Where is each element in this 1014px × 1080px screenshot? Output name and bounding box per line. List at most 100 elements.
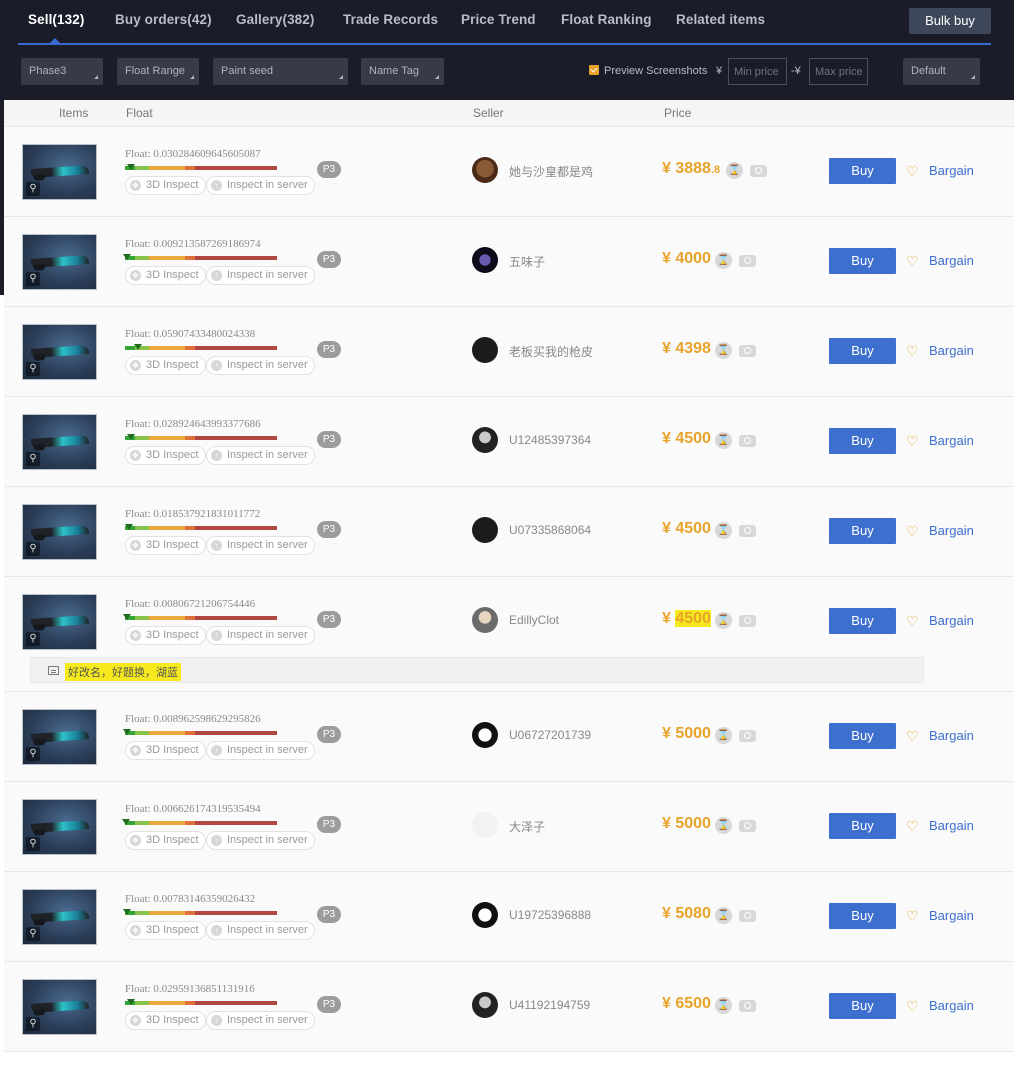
bargain-link[interactable]: Bargain: [929, 433, 974, 448]
tab-sell[interactable]: Sell(132): [28, 12, 84, 27]
item-thumbnail[interactable]: ⚲: [22, 889, 97, 945]
zoom-icon[interactable]: ⚲: [26, 632, 40, 646]
bargain-icon[interactable]: ♡: [906, 999, 919, 1013]
buy-button[interactable]: Buy: [829, 338, 896, 364]
inspect-3d-button[interactable]: ❖ 3D Inspect: [125, 1011, 206, 1030]
camera-icon[interactable]: [750, 165, 767, 177]
inspect-3d-button[interactable]: ❖ 3D Inspect: [125, 831, 206, 850]
camera-icon[interactable]: [739, 615, 756, 627]
inspect-3d-button[interactable]: ❖ 3D Inspect: [125, 356, 206, 375]
paint-seed-filter[interactable]: Paint seed: [213, 58, 348, 85]
item-thumbnail[interactable]: ⚲: [22, 144, 97, 200]
item-thumbnail[interactable]: ⚲: [22, 414, 97, 470]
bargain-icon[interactable]: ♡: [906, 819, 919, 833]
buy-button[interactable]: Buy: [829, 518, 896, 544]
buy-button[interactable]: Buy: [829, 428, 896, 454]
bargain-link[interactable]: Bargain: [929, 163, 974, 178]
bargain-icon[interactable]: ♡: [906, 344, 919, 358]
bargain-icon[interactable]: ♡: [906, 434, 919, 448]
inspect-3d-button[interactable]: ❖ 3D Inspect: [125, 446, 206, 465]
zoom-icon[interactable]: ⚲: [26, 272, 40, 286]
camera-icon[interactable]: [739, 435, 756, 447]
buy-button[interactable]: Buy: [829, 723, 896, 749]
inspect-3d-button[interactable]: ❖ 3D Inspect: [125, 741, 206, 760]
name-tag-filter[interactable]: Name Tag: [361, 58, 444, 85]
bargain-icon[interactable]: ♡: [906, 614, 919, 628]
inspect-3d-button[interactable]: ❖ 3D Inspect: [125, 536, 206, 555]
inspect-server-button[interactable]: ↑ Inspect in server: [206, 741, 315, 760]
zoom-icon[interactable]: ⚲: [26, 837, 40, 851]
bargain-link[interactable]: Bargain: [929, 998, 974, 1013]
tab-float-ranking[interactable]: Float Ranking: [561, 12, 652, 27]
inspect-server-button[interactable]: ↑ Inspect in server: [206, 626, 315, 645]
bargain-link[interactable]: Bargain: [929, 908, 974, 923]
seller-avatar[interactable]: [472, 902, 498, 928]
buy-button[interactable]: Buy: [829, 248, 896, 274]
item-thumbnail[interactable]: ⚲: [22, 234, 97, 290]
item-thumbnail[interactable]: ⚲: [22, 799, 97, 855]
buy-button[interactable]: Buy: [829, 903, 896, 929]
inspect-server-button[interactable]: ↑ Inspect in server: [206, 921, 315, 940]
buy-button[interactable]: Buy: [829, 993, 896, 1019]
tab-related-items[interactable]: Related items: [676, 12, 765, 27]
seller-name[interactable]: 她与沙皇都是鸡: [509, 163, 593, 180]
sort-select[interactable]: Default: [903, 58, 980, 85]
inspect-3d-button[interactable]: ❖ 3D Inspect: [125, 176, 206, 195]
camera-icon[interactable]: [739, 910, 756, 922]
zoom-icon[interactable]: ⚲: [26, 362, 40, 376]
tab-price-trend[interactable]: Price Trend: [461, 12, 536, 27]
camera-icon[interactable]: [739, 820, 756, 832]
zoom-icon[interactable]: ⚲: [26, 1017, 40, 1031]
bargain-link[interactable]: Bargain: [929, 523, 974, 538]
seller-avatar[interactable]: [472, 247, 498, 273]
inspect-3d-button[interactable]: ❖ 3D Inspect: [125, 266, 206, 285]
inspect-server-button[interactable]: ↑ Inspect in server: [206, 831, 315, 850]
inspect-server-button[interactable]: ↑ Inspect in server: [206, 446, 315, 465]
seller-name[interactable]: EdillyClot: [509, 613, 559, 627]
buy-button[interactable]: Buy: [829, 608, 896, 634]
bargain-link[interactable]: Bargain: [929, 818, 974, 833]
bargain-link[interactable]: Bargain: [929, 613, 974, 628]
item-thumbnail[interactable]: ⚲: [22, 979, 97, 1035]
bargain-link[interactable]: Bargain: [929, 343, 974, 358]
seller-name[interactable]: 五味子: [509, 253, 545, 270]
inspect-server-button[interactable]: ↑ Inspect in server: [206, 356, 315, 375]
item-thumbnail[interactable]: ⚲: [22, 504, 97, 560]
seller-avatar[interactable]: [472, 517, 498, 543]
bargain-icon[interactable]: ♡: [906, 909, 919, 923]
bargain-link[interactable]: Bargain: [929, 253, 974, 268]
seller-name[interactable]: U19725396888: [509, 908, 591, 922]
seller-avatar[interactable]: [472, 157, 498, 183]
inspect-3d-button[interactable]: ❖ 3D Inspect: [125, 626, 206, 645]
seller-avatar[interactable]: [472, 992, 498, 1018]
tab-trade-records[interactable]: Trade Records: [343, 12, 438, 27]
inspect-server-button[interactable]: ↑ Inspect in server: [206, 1011, 315, 1030]
zoom-icon[interactable]: ⚲: [26, 747, 40, 761]
seller-avatar[interactable]: [472, 722, 498, 748]
seller-avatar[interactable]: [472, 337, 498, 363]
seller-name[interactable]: U07335868064: [509, 523, 591, 537]
inspect-server-button[interactable]: ↑ Inspect in server: [206, 176, 315, 195]
buy-button[interactable]: Buy: [829, 813, 896, 839]
item-thumbnail[interactable]: ⚲: [22, 594, 97, 650]
item-thumbnail[interactable]: ⚲: [22, 709, 97, 765]
seller-avatar[interactable]: [472, 427, 498, 453]
zoom-icon[interactable]: ⚲: [26, 452, 40, 466]
preview-screenshots-toggle[interactable]: Preview Screenshots: [589, 65, 707, 77]
bargain-icon[interactable]: ♡: [906, 729, 919, 743]
seller-name[interactable]: 大泽子: [509, 818, 545, 835]
seller-avatar[interactable]: [472, 812, 498, 838]
min-price-input[interactable]: [728, 58, 787, 85]
seller-name[interactable]: U41192194759: [509, 998, 590, 1012]
tab-buy-orders[interactable]: Buy orders(42): [115, 12, 212, 27]
seller-name[interactable]: U12485397364: [509, 433, 591, 447]
seller-name[interactable]: 老板买我的枪皮: [509, 343, 593, 360]
zoom-icon[interactable]: ⚲: [26, 182, 40, 196]
bargain-icon[interactable]: ♡: [906, 524, 919, 538]
bargain-link[interactable]: Bargain: [929, 728, 974, 743]
zoom-icon[interactable]: ⚲: [26, 927, 40, 941]
seller-avatar[interactable]: [472, 607, 498, 633]
tab-gallery[interactable]: Gallery(382): [236, 12, 315, 27]
float-range-filter[interactable]: Float Range: [117, 58, 199, 85]
camera-icon[interactable]: [739, 255, 756, 267]
